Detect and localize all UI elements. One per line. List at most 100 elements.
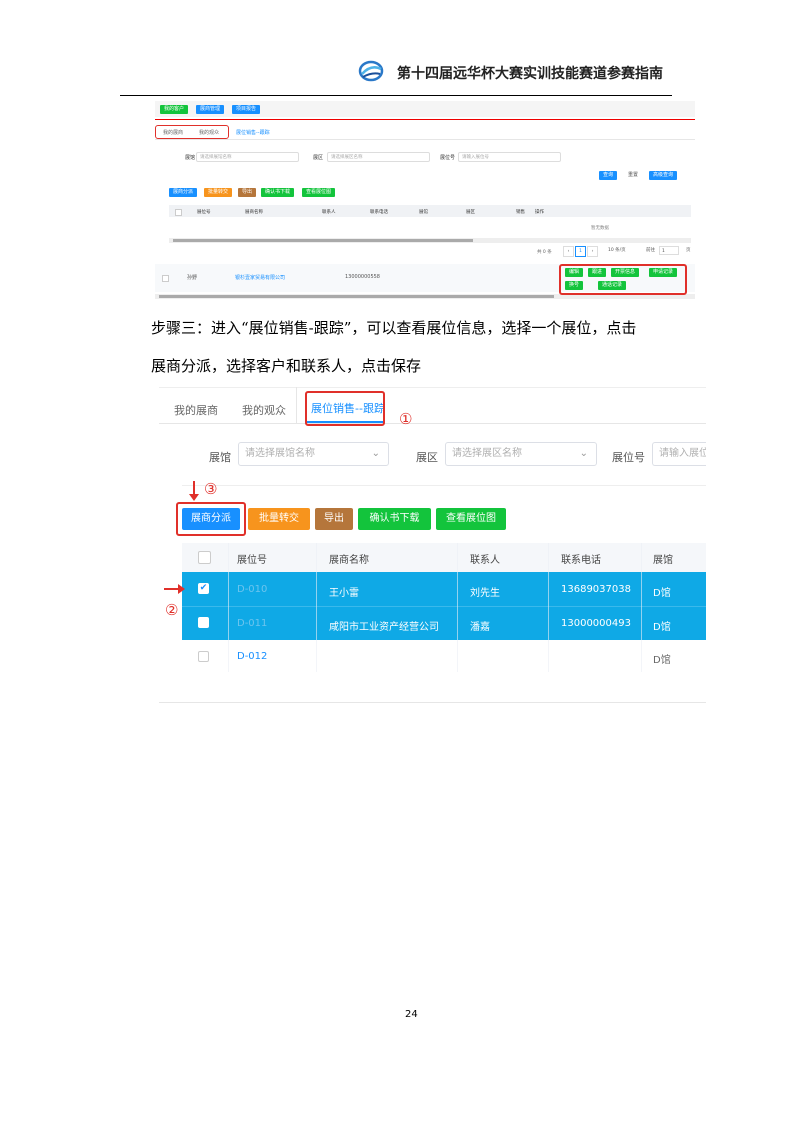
area-placeholder: 请选择展区名称 bbox=[452, 448, 522, 459]
batch-transfer-button[interactable]: 批量转交 bbox=[248, 508, 310, 530]
page-number: 24 bbox=[405, 1009, 418, 1020]
next-page-icon[interactable]: › bbox=[587, 246, 598, 257]
highlight-tab-box bbox=[305, 391, 385, 426]
export-button[interactable]: 导出 bbox=[315, 508, 353, 530]
exhibitor-mgmt-button[interactable]: 展商管理 bbox=[196, 105, 225, 114]
row-checkbox[interactable] bbox=[198, 651, 209, 662]
search-button[interactable]: 查询 bbox=[599, 171, 618, 180]
batch-transfer-button-small[interactable]: 批量转交 bbox=[204, 188, 233, 197]
down-arrow-icon bbox=[193, 481, 195, 495]
row-hall: D馆 bbox=[653, 655, 671, 666]
overlay-row-phone: 13000000558 bbox=[345, 274, 380, 280]
call-record-button[interactable]: 通话记录 bbox=[598, 281, 627, 290]
row-booth[interactable]: D-012 bbox=[237, 651, 267, 662]
row-phone: 13000000493 bbox=[561, 618, 631, 629]
booth-label: 展位号 bbox=[440, 155, 456, 161]
hall-placeholder: 请选择展馆名称 bbox=[245, 448, 315, 459]
row-company: 王小雷 bbox=[329, 588, 359, 599]
chevron-down-icon: ⌄ bbox=[371, 448, 380, 459]
view-booth-map-button[interactable]: 查看展位图 bbox=[436, 508, 506, 530]
col-sales: 销售 bbox=[516, 210, 525, 215]
page-size-select[interactable]: 10 条/页 bbox=[608, 247, 626, 253]
apply-record-button[interactable]: 申请记录 bbox=[649, 268, 678, 277]
tab-my-exhibitors[interactable]: 我的展商 bbox=[174, 402, 218, 418]
swirl-logo-icon bbox=[358, 60, 384, 82]
col-contact: 联系人 bbox=[322, 210, 336, 215]
assign-exhibitor-button-small[interactable]: 展商分派 bbox=[169, 188, 198, 197]
select-all-checkbox-small[interactable] bbox=[175, 209, 182, 216]
col-ops: 操作 bbox=[535, 210, 544, 215]
edit-button[interactable]: 编辑 bbox=[565, 268, 584, 277]
row-booth[interactable]: D-010 bbox=[237, 584, 267, 595]
page-1-button[interactable]: 1 bbox=[575, 246, 586, 257]
project-report-button[interactable]: 项目报告 bbox=[232, 105, 261, 114]
confirm-download-button-small[interactable]: 确认书下载 bbox=[261, 188, 295, 197]
select-all-checkbox[interactable] bbox=[198, 551, 211, 564]
tab-my-visitors[interactable]: 我的观众 bbox=[242, 402, 286, 418]
marker-3: ③ bbox=[204, 480, 218, 498]
header-divider bbox=[120, 95, 672, 96]
col-phone: 联系电话 bbox=[561, 555, 601, 566]
hall-select[interactable]: 请选择展馆名称 ⌄ bbox=[238, 442, 389, 466]
goto-label: 前往 bbox=[646, 248, 655, 253]
advanced-search-button[interactable]: 高级查询 bbox=[649, 171, 678, 180]
col-company: 展商名称 bbox=[329, 555, 369, 566]
row-hall: D馆 bbox=[653, 588, 671, 599]
follow-up-button[interactable]: 跟进 bbox=[588, 268, 607, 277]
col-booth: 展位号 bbox=[237, 555, 267, 566]
booth-input[interactable]: 请输入展位 bbox=[652, 442, 706, 466]
empty-text: 暂无数据 bbox=[591, 226, 609, 231]
assign-exhibitor-button[interactable]: 展商分派 bbox=[182, 508, 240, 530]
row-checkbox-checked[interactable]: ✔ bbox=[198, 583, 209, 594]
my-customers-button[interactable]: 我的客户 bbox=[160, 105, 189, 114]
pagination-total: 共 0 条 bbox=[537, 250, 552, 255]
row-contact: 刘先生 bbox=[470, 588, 500, 599]
row-checkbox-small[interactable] bbox=[162, 275, 169, 282]
chevron-down-icon: ⌄ bbox=[579, 448, 588, 459]
row-company: 咸阳市工业资产经营公司 bbox=[329, 622, 439, 633]
col-phone: 联系电话 bbox=[370, 210, 388, 215]
hall-select[interactable]: 请选择展馆名称 bbox=[196, 152, 299, 162]
goto-input[interactable]: 1 bbox=[659, 246, 679, 255]
prev-page-icon[interactable]: ‹ bbox=[563, 246, 574, 257]
col-hall: 展馆 bbox=[653, 555, 673, 566]
h-scrollbar-small[interactable] bbox=[169, 238, 691, 243]
highlight-tabs-box bbox=[155, 125, 229, 139]
view-booth-map-button-small[interactable]: 查看展位图 bbox=[302, 188, 336, 197]
col-area: 展区 bbox=[466, 210, 475, 215]
confirm-download-button[interactable]: 确认书下载 bbox=[358, 508, 431, 530]
tab-booth-sales[interactable]: 展位销售--跟踪 bbox=[236, 129, 270, 136]
row-booth[interactable]: D-011 bbox=[237, 618, 267, 629]
area-select[interactable]: 请选择展区名称 ⌄ bbox=[445, 442, 597, 466]
export-button-small[interactable]: 导出 bbox=[238, 188, 257, 197]
row-hall: D馆 bbox=[653, 622, 671, 633]
screenshot-booth-list-small: 我的客户 展商管理 项目报告 我的展商 我的观众 展位销售--跟踪 展馆 请选择… bbox=[155, 101, 695, 301]
col-booth: 展位号 bbox=[197, 210, 211, 215]
col-hall: 展馆 bbox=[419, 210, 428, 215]
step-text-line1: 步骤三：进入“展位销售-跟踪”，可以查看展位信息，选择一个展位，点击 bbox=[151, 319, 637, 337]
page-unit: 页 bbox=[686, 248, 691, 253]
step-text-line2: 展商分派，选择客户和联系人，点击保存 bbox=[151, 357, 422, 375]
overlay-row-name: 孙野 bbox=[187, 275, 198, 281]
hall-label: 展馆 bbox=[209, 451, 231, 464]
col-company: 展商名称 bbox=[245, 210, 263, 215]
booth-input[interactable]: 请输入展位号 bbox=[458, 152, 561, 162]
red-rule bbox=[155, 119, 695, 120]
change-number-button[interactable]: 换号 bbox=[565, 281, 584, 290]
row-contact: 潘嘉 bbox=[470, 622, 490, 633]
booth-label: 展位号 bbox=[612, 451, 645, 464]
row-phone: 13689037038 bbox=[561, 584, 631, 595]
section-divider bbox=[159, 702, 706, 703]
overlay-row-company[interactable]: 银杉壹家贸易有限公司 bbox=[235, 274, 285, 281]
marker-1: ① bbox=[399, 410, 413, 428]
invoice-info-button[interactable]: 开票信息 bbox=[611, 268, 640, 277]
area-label: 展区 bbox=[416, 451, 438, 464]
hall-label: 展馆 bbox=[185, 155, 196, 161]
reset-button[interactable]: 重置 bbox=[624, 171, 643, 180]
area-select[interactable]: 请选择展区名称 bbox=[327, 152, 430, 162]
document-header-title: 第十四届远华杯大赛实训技能赛道参赛指南 bbox=[397, 66, 663, 82]
row-checkbox[interactable] bbox=[198, 617, 209, 628]
col-contact: 联系人 bbox=[470, 555, 500, 566]
marker-2: ② bbox=[165, 601, 179, 619]
area-label: 展区 bbox=[313, 155, 324, 161]
